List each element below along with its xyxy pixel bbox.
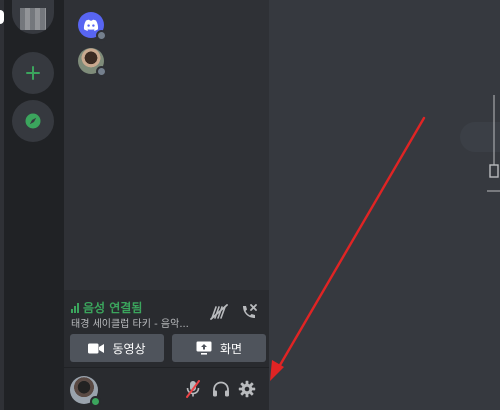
mute-button[interactable]	[182, 378, 204, 400]
headphones-icon	[213, 381, 229, 397]
online-status-dot	[90, 396, 101, 407]
compass-icon	[25, 113, 41, 129]
user-avatar[interactable]	[70, 376, 101, 407]
screen-share-icon	[196, 341, 212, 355]
video-button-label: 동영상	[112, 341, 146, 356]
add-server-button[interactable]	[12, 52, 54, 94]
server-icon[interactable]	[12, 0, 54, 34]
lamp-illustration	[487, 95, 500, 192]
voice-channel-name[interactable]: 태경 세이클럽 타키 - 음악...	[71, 315, 201, 330]
plus-icon	[26, 66, 40, 80]
gear-icon	[238, 380, 256, 398]
rail-edge	[0, 0, 4, 410]
selected-indicator	[0, 10, 4, 24]
blurred-server-avatar	[20, 8, 46, 30]
noise-suppression-button[interactable]	[208, 301, 230, 323]
signal-strength-icon	[71, 302, 79, 313]
explore-servers-button[interactable]	[12, 100, 54, 142]
user-panel	[64, 368, 269, 410]
camera-icon	[88, 343, 105, 353]
video-button[interactable]: 동영상	[70, 334, 164, 362]
noise-suppression-icon	[210, 304, 228, 320]
voice-status[interactable]: 음성 연결됨	[71, 299, 142, 316]
discord-logo-icon	[83, 19, 99, 31]
main-content-area	[269, 0, 500, 410]
voice-status-label: 음성 연결됨	[83, 301, 143, 315]
deafen-button[interactable]	[210, 378, 232, 400]
screen-share-label: 화면	[219, 341, 243, 356]
member-avatar[interactable]	[78, 48, 107, 77]
voice-connection-panel: 음성 연결됨 태경 세이클럽 타키 - 음악... 동영상 화면	[64, 290, 269, 368]
member-avatar[interactable]	[78, 12, 107, 41]
server-rail	[0, 0, 64, 410]
disconnect-button[interactable]	[238, 301, 260, 323]
phone-disconnect-icon	[243, 304, 257, 318]
user-settings-button[interactable]	[236, 378, 258, 400]
offline-status-dot	[96, 66, 107, 77]
screen-share-button[interactable]: 화면	[172, 334, 266, 362]
offline-status-dot	[96, 30, 107, 41]
microphone-muted-icon	[186, 380, 200, 398]
